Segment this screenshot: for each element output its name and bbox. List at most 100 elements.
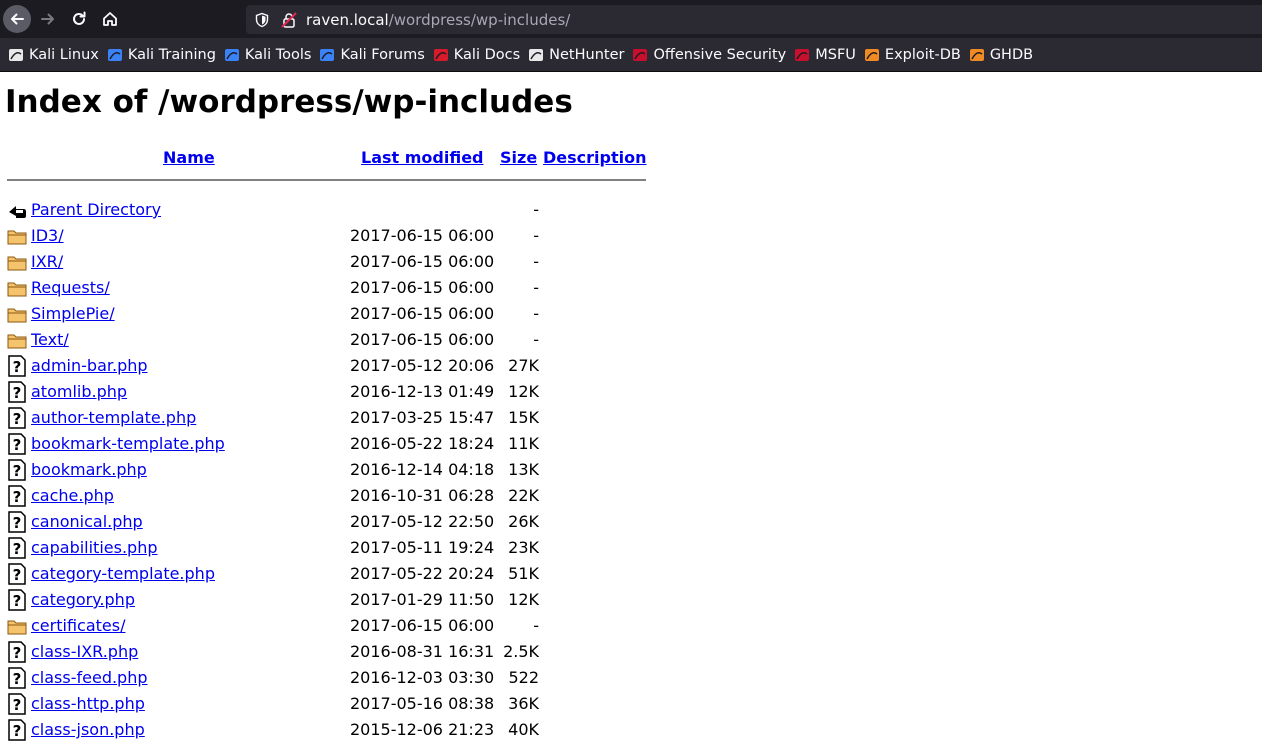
kali-forums-icon	[319, 47, 335, 63]
file-link[interactable]: Requests/	[31, 278, 110, 297]
file-row: ? author-template.php 2017-03-25 15:47 15K	[7, 405, 647, 431]
bookmark-ghdb[interactable]: GHDB	[969, 47, 1033, 63]
bookmark-kali-docs[interactable]: Kali Docs	[433, 47, 520, 63]
last-modified-value: 2016-08-31 16:31	[350, 642, 495, 661]
svg-text:?: ?	[13, 540, 22, 558]
forward-button[interactable]	[34, 5, 62, 33]
file-link[interactable]: class-IXR.php	[31, 642, 138, 661]
file-link[interactable]: SimplePie/	[31, 304, 115, 323]
unknown-file-icon: ?	[7, 693, 27, 715]
svg-text:?: ?	[13, 566, 22, 584]
svg-text:?: ?	[13, 384, 22, 402]
file-link[interactable]: cache.php	[31, 486, 114, 505]
svg-text:?: ?	[13, 514, 22, 532]
file-link[interactable]: ID3/	[31, 226, 64, 245]
address-bar[interactable]: raven.local/wordpress/wp-includes/	[246, 5, 1262, 34]
file-link[interactable]: IXR/	[31, 252, 63, 271]
unknown-file-icon: ?	[7, 589, 27, 611]
folder-icon	[7, 329, 27, 351]
bookmark-label: Kali Docs	[453, 46, 521, 63]
file-link[interactable]: certificates/	[31, 616, 125, 635]
last-modified-value: 2016-05-22 18:24	[350, 434, 495, 453]
file-row: ? capabilities.php 2017-05-11 19:24 23K	[7, 535, 647, 561]
sort-by-size-link[interactable]: Size	[500, 148, 537, 167]
bookmark-msfu[interactable]: MSFU	[794, 47, 856, 63]
folder-icon	[7, 303, 27, 325]
file-link[interactable]: bookmark.php	[31, 460, 147, 479]
last-modified-value: 2017-06-15 06:00	[350, 226, 495, 245]
last-modified-value: 2017-05-16 08:38	[350, 694, 495, 713]
file-link[interactable]: capabilities.php	[31, 538, 158, 557]
unknown-file-icon: ?	[7, 433, 27, 455]
unknown-file-icon: ?	[7, 407, 27, 429]
back-button[interactable]	[3, 5, 31, 33]
file-row: Parent Directory -	[7, 197, 647, 223]
svg-text:?: ?	[13, 488, 22, 506]
file-row: ? class-json.php 2015-12-06 21:23 40K	[7, 717, 647, 743]
file-row: ? class-http.php 2017-05-16 08:38 36K	[7, 691, 647, 717]
sort-by-name-link[interactable]: Name	[163, 148, 215, 167]
bookmark-label: MSFU	[815, 46, 856, 63]
file-link[interactable]: admin-bar.php	[31, 356, 148, 375]
last-modified-value: 2015-12-06 21:23	[350, 720, 495, 739]
size-value: 40K	[508, 720, 539, 739]
last-modified-value: 2017-05-12 22:50	[350, 512, 495, 531]
bookmark-offensive-security[interactable]: Offensive Security	[632, 47, 786, 63]
back-arrow-icon	[11, 13, 24, 25]
bookmark-exploit-db[interactable]: Exploit-DB	[864, 47, 961, 63]
svg-text:?: ?	[13, 462, 22, 480]
svg-text:?: ?	[13, 670, 22, 688]
file-link[interactable]: category-template.php	[31, 564, 215, 583]
bookmark-kali-forums[interactable]: Kali Forums	[319, 47, 425, 63]
bookmark-label: Kali Training	[127, 46, 216, 63]
file-row: ? atomlib.php 2016-12-13 01:49 12K	[7, 379, 647, 405]
file-row: ? bookmark-template.php 2016-05-22 18:24 11…	[7, 431, 647, 457]
last-modified-value: 2017-06-15 06:00	[350, 330, 495, 349]
size-value: -	[533, 200, 539, 219]
sort-by-last-modified-link[interactable]: Last modified	[361, 148, 484, 167]
sort-by-description-link[interactable]: Description	[543, 148, 646, 167]
size-value: 22K	[508, 486, 539, 505]
parent-directory-link[interactable]: Parent Directory	[31, 200, 161, 219]
file-link[interactable]: atomlib.php	[31, 382, 127, 401]
column-header-description[interactable]: Description	[543, 148, 646, 167]
bookmark-kali-tools[interactable]: Kali Tools	[224, 47, 311, 63]
file-row: Text/2017-06-15 06:00 -	[7, 327, 647, 353]
reload-button[interactable]	[65, 5, 93, 33]
bookmark-kali-linux[interactable]: Kali Linux	[8, 47, 99, 63]
reload-icon	[73, 11, 86, 25]
insecure-connection-icon[interactable]	[280, 11, 298, 29]
unknown-file-icon: ?	[7, 667, 27, 689]
kali-tools-icon	[224, 47, 240, 63]
size-value: 23K	[508, 538, 539, 557]
file-link[interactable]: class-feed.php	[31, 668, 148, 687]
column-header-size[interactable]: Size	[500, 148, 537, 167]
file-link[interactable]: category.php	[31, 590, 135, 609]
url-text[interactable]: raven.local/wordpress/wp-includes/	[306, 11, 570, 29]
file-link[interactable]: canonical.php	[31, 512, 143, 531]
size-value: -	[533, 304, 539, 323]
column-header-last-modified[interactable]: Last modified	[361, 148, 484, 167]
unknown-file-icon: ?	[7, 381, 27, 403]
bookmark-nethunter[interactable]: NetHunter	[528, 47, 624, 63]
svg-text:?: ?	[13, 436, 22, 454]
svg-text:?: ?	[13, 722, 22, 740]
tracking-protection-shield-icon[interactable]	[254, 12, 270, 28]
unknown-file-icon: ?	[7, 511, 27, 533]
url-path: /wordpress/wp-includes/	[388, 10, 571, 29]
file-link[interactable]: class-json.php	[31, 720, 145, 739]
home-button[interactable]	[96, 5, 124, 33]
offsec-icon	[632, 47, 648, 63]
bookmark-kali-training[interactable]: Kali Training	[107, 47, 216, 63]
kali-docs-icon	[433, 47, 449, 63]
column-header-name[interactable]: Name	[163, 148, 215, 167]
svg-text:?: ?	[13, 644, 22, 662]
file-link[interactable]: Text/	[31, 330, 69, 349]
svg-text:?: ?	[13, 696, 22, 714]
last-modified-value: 2017-05-22 20:24	[350, 564, 495, 583]
size-value: 522	[508, 668, 539, 687]
file-link[interactable]: author-template.php	[31, 408, 196, 427]
svg-text:?: ?	[13, 592, 22, 610]
file-link[interactable]: bookmark-template.php	[31, 434, 225, 453]
file-link[interactable]: class-http.php	[31, 694, 145, 713]
